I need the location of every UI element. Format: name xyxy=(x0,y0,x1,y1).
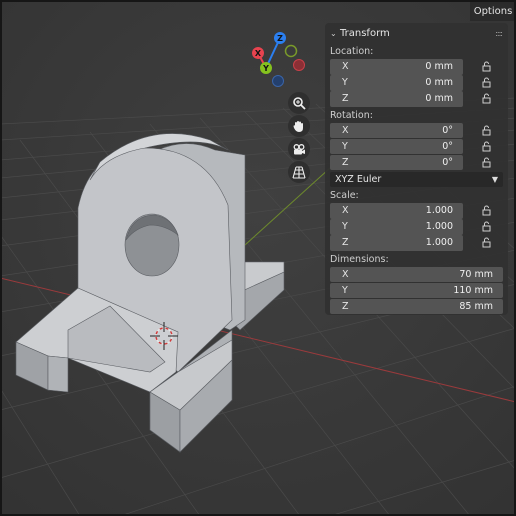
rotation-y-field[interactable]: Y 0° xyxy=(330,138,491,154)
location-x-field[interactable]: X0 mm xyxy=(330,59,491,75)
svg-text:Y: Y xyxy=(262,64,269,73)
scale-y-field[interactable]: Y 1.000 xyxy=(330,219,491,235)
lock-icon[interactable] xyxy=(481,141,492,152)
dimensions-x-field[interactable]: X 70 mm xyxy=(330,266,503,282)
rotation-mode-dropdown[interactable]: XYZ Euler ▼ xyxy=(330,172,503,187)
location-y-field[interactable]: Y0 mm xyxy=(330,75,491,91)
lock-icon[interactable] xyxy=(481,77,492,88)
transform-panel: ⌄ Transform :::: Location: X0 mm Y0 mm Z… xyxy=(325,23,508,315)
lock-icon[interactable] xyxy=(481,93,492,104)
navigation-gizmo[interactable]: Z X Y xyxy=(246,30,310,94)
dimensions-y-field[interactable]: Y 110 mm xyxy=(330,282,503,298)
rotation-x-field[interactable]: X 0° xyxy=(330,122,491,138)
rotation-mode-value: XYZ Euler xyxy=(335,174,382,185)
options-button[interactable]: Options xyxy=(472,4,514,20)
location-z-field[interactable]: Z0 mm xyxy=(330,91,491,107)
scale-x-field[interactable]: X 1.000 xyxy=(330,203,491,219)
scale-label: Scale: xyxy=(330,190,359,201)
rotation-label: Rotation: xyxy=(330,109,373,121)
rotation-z-field[interactable]: Z 0° xyxy=(330,154,491,170)
lock-icon[interactable] xyxy=(481,237,492,248)
dimensions-z-field[interactable]: Z 85 mm xyxy=(330,298,503,314)
drag-grip-icon[interactable]: :::: xyxy=(495,29,503,38)
grid-icon[interactable] xyxy=(288,161,310,183)
lock-icon[interactable] xyxy=(481,221,492,232)
svg-text:X: X xyxy=(255,49,262,58)
lock-icon[interactable] xyxy=(481,125,492,136)
panel-title: Transform xyxy=(340,27,390,39)
dimensions-label: Dimensions: xyxy=(330,253,389,265)
location-label: Location: xyxy=(330,46,374,57)
lock-icon[interactable] xyxy=(481,157,492,168)
lock-icon[interactable] xyxy=(481,61,492,72)
lock-icon[interactable] xyxy=(481,205,492,216)
transform-panel-header[interactable]: ⌄ Transform :::: xyxy=(325,23,508,43)
camera-icon[interactable] xyxy=(288,138,310,160)
hand-icon[interactable] xyxy=(288,115,310,137)
chevron-down-icon: ⌄ xyxy=(330,28,337,38)
chevron-down-icon: ▼ xyxy=(491,175,498,184)
zoom-icon[interactable] xyxy=(288,92,310,114)
svg-text:Z: Z xyxy=(277,34,283,43)
scale-z-field[interactable]: Z 1.000 xyxy=(330,235,491,251)
